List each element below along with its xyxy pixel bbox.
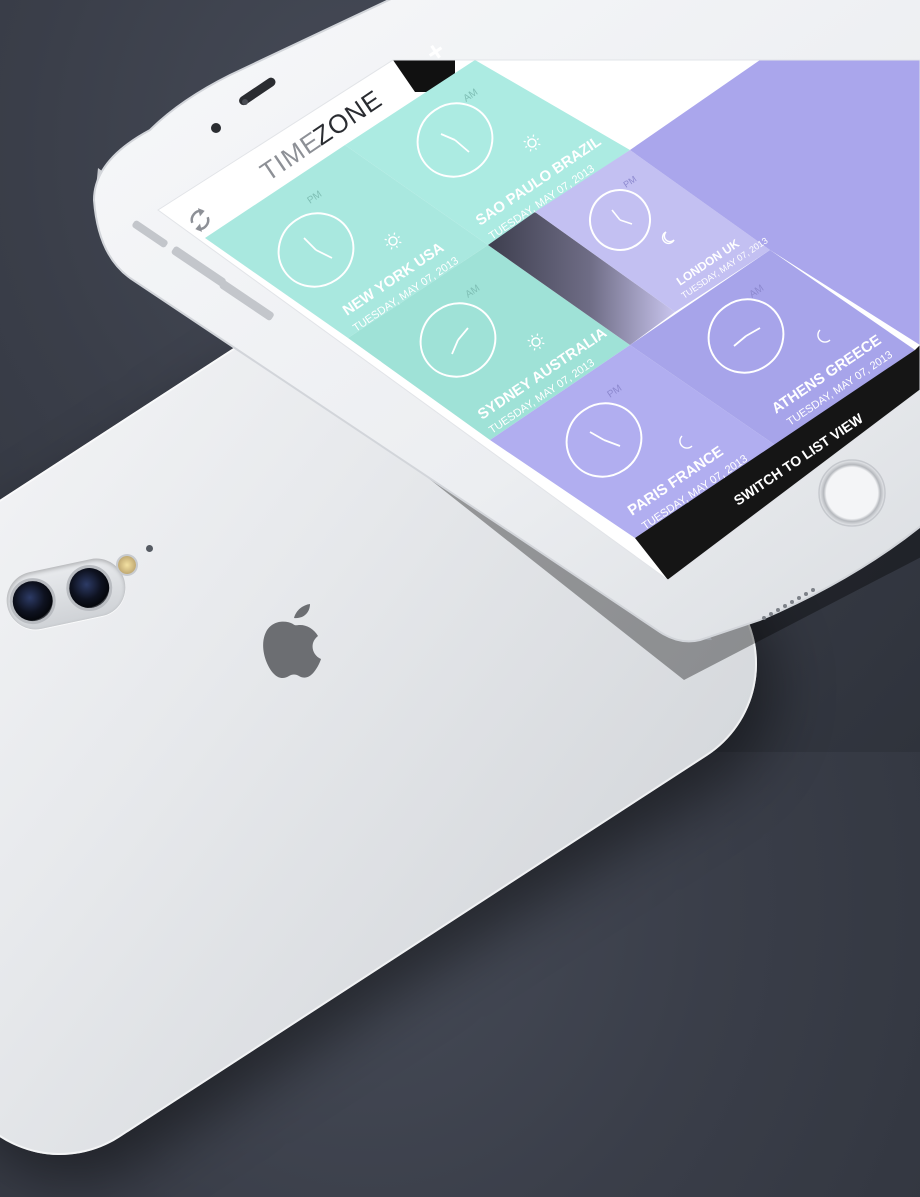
- front-phone: + TIME ZONE SWITCH TO LIST VIEW PM NEW Y…: [92, 0, 920, 680]
- front-camera: [211, 123, 221, 133]
- home-button[interactable]: [818, 459, 886, 527]
- proximity-sensor: [242, 99, 248, 105]
